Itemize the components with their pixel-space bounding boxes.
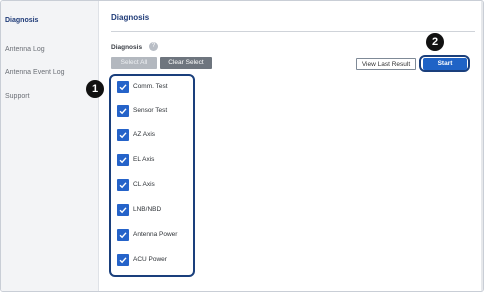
checklist-label: Sensor Test — [133, 107, 168, 114]
sidebar: Diagnosis Antenna Log Antenna Event Log … — [1, 1, 99, 291]
sidebar-item-support[interactable]: Support — [5, 93, 97, 100]
checkbox-checked-icon[interactable] — [117, 129, 129, 141]
sidebar-item-antenna-event-log[interactable]: Antenna Event Log — [5, 69, 97, 76]
sidebar-item-antenna-log[interactable]: Antenna Log — [5, 46, 97, 53]
select-all-button[interactable]: Select All — [111, 57, 157, 69]
checklist-label: ACU Power — [133, 256, 167, 263]
clear-select-button[interactable]: Clear Select — [160, 57, 212, 69]
checklist-label: Antenna Power — [133, 231, 178, 238]
checklist-label: LNB/NBD — [133, 206, 162, 213]
checkbox-checked-icon[interactable] — [117, 81, 129, 93]
checklist-label: Comm. Test — [133, 83, 168, 90]
checkbox-checked-icon[interactable] — [117, 229, 129, 241]
checklist-label: AZ Axis — [133, 131, 156, 138]
view-last-result-button[interactable]: View Last Result — [356, 58, 416, 70]
checkbox-checked-icon[interactable] — [117, 154, 129, 166]
title-divider — [111, 31, 475, 32]
checklist-label: EL Axis — [133, 156, 155, 163]
app-window: Diagnosis Antenna Log Antenna Event Log … — [0, 0, 484, 292]
checkbox-checked-icon[interactable] — [117, 254, 129, 266]
section-label: Diagnosis — [111, 44, 143, 51]
checkbox-checked-icon[interactable] — [117, 204, 129, 216]
scrollbar-edge — [481, 1, 483, 291]
callout-badge-2: 2 — [426, 33, 444, 51]
checkbox-checked-icon[interactable] — [117, 179, 129, 191]
sidebar-item-diagnosis[interactable]: Diagnosis — [5, 17, 97, 24]
callout-badge-1: 1 — [86, 80, 104, 98]
checkbox-checked-icon[interactable] — [117, 105, 129, 117]
page-title: Diagnosis — [111, 13, 150, 22]
info-icon[interactable]: ? — [149, 42, 158, 51]
checklist-label: CL Axis — [133, 181, 155, 188]
start-button[interactable]: Start — [423, 58, 467, 70]
